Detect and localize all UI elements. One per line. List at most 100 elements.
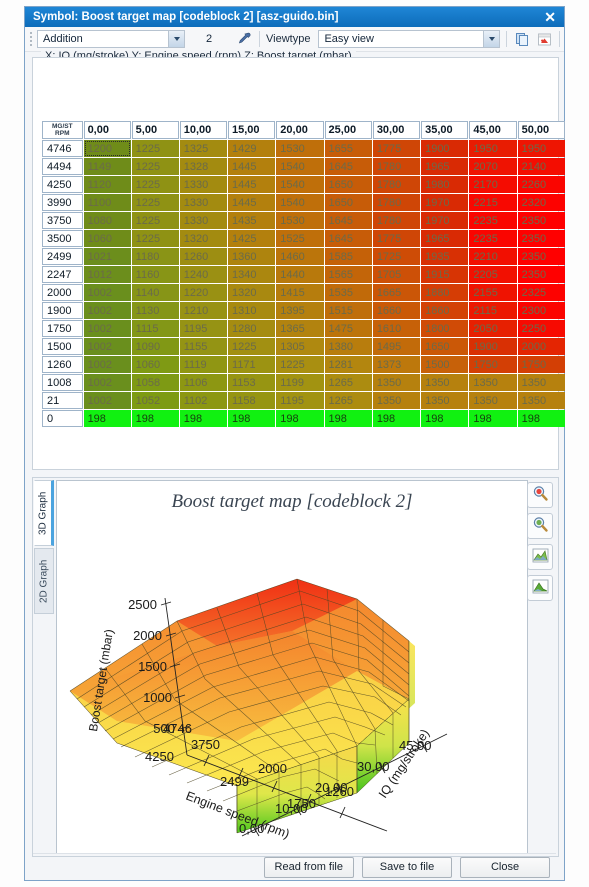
table-cell[interactable]: 1380 [324,338,372,355]
table-cell[interactable]: 1650 [324,194,372,211]
table-row-header[interactable]: 1260 [42,356,83,373]
table-row-header[interactable]: 21 [42,392,83,409]
table-cell[interactable]: 1780 [372,194,421,211]
table-cell[interactable]: 1610 [372,320,421,337]
table-cell[interactable]: 1325 [179,140,228,157]
table-cell[interactable]: 1153 [228,374,276,391]
table-col-header[interactable]: 10,00 [179,121,228,139]
table-cell[interactable]: 1880 [421,284,469,301]
table-cell[interactable]: 1115 [131,320,179,337]
table-cell[interactable]: 1645 [324,230,372,247]
table-cell[interactable]: 1200 [83,140,131,157]
operation-select[interactable]: Addition [37,30,185,48]
table-cell[interactable]: 1540 [276,176,324,193]
read-from-file-button[interactable]: Read from file [263,856,354,878]
map-table-scroll[interactable]: MG/ST RPM 0,00 5,00 10,00 15,00 20,00 25,00 30… [41,120,566,464]
table-cell[interactable]: 198 [469,410,517,427]
table-cell[interactable]: 1950 [517,140,565,157]
table-row-header[interactable]: 3750 [42,212,83,229]
table-cell[interactable]: 1225 [228,338,276,355]
table-cell[interactable]: 1350 [421,392,469,409]
table-cell[interactable]: 1195 [276,392,324,409]
table-cell[interactable]: 1199 [276,374,324,391]
table-cell[interactable]: 1265 [324,374,372,391]
table-cell[interactable]: 1525 [276,230,324,247]
table-cell[interactable]: 1980 [421,176,469,193]
table-cell[interactable]: 1350 [421,374,469,391]
table-cell[interactable]: 1950 [469,140,517,157]
zoom-in-button[interactable] [527,482,553,508]
table-cell[interactable]: 2050 [469,320,517,337]
table-row-header[interactable]: 2499 [42,248,83,265]
table-col-header[interactable]: 20,00 [276,121,324,139]
table-cell[interactable]: 198 [372,410,421,427]
table-cell[interactable]: 1365 [276,320,324,337]
table-cell[interactable]: 1775 [372,140,421,157]
table-cell[interactable]: 1540 [276,158,324,175]
table-cell[interactable]: 1350 [517,374,565,391]
table-cell[interactable]: 2350 [517,212,565,229]
table-cell[interactable]: 2260 [517,176,565,193]
table-cell[interactable]: 1052 [131,392,179,409]
close-icon[interactable]: ✕ [542,10,558,24]
table-cell[interactable]: 1645 [324,212,372,229]
table-cell[interactable]: 1495 [372,338,421,355]
table-cell[interactable]: 1915 [421,266,469,283]
table-cell[interactable]: 1800 [421,320,469,337]
table-cell[interactable]: 1440 [276,266,324,283]
table-cell[interactable]: 198 [83,410,131,427]
table-cell[interactable]: 1002 [83,374,131,391]
table-cell[interactable]: 2000 [517,338,565,355]
table-cell[interactable]: 1106 [179,374,228,391]
table-cell[interactable]: 1320 [228,284,276,301]
surface-view-button[interactable] [527,544,553,570]
table-cell[interactable]: 1660 [372,302,421,319]
save-to-file-button[interactable]: Save to file [362,856,452,878]
table-cell[interactable]: 1180 [131,248,179,265]
table-cell[interactable]: 1171 [228,356,276,373]
table-cell[interactable]: 1090 [131,338,179,355]
table-cell[interactable]: 1435 [228,212,276,229]
graph-tab-2d-graph[interactable]: 2D Graph [34,548,54,614]
table-cell[interactable]: 1530 [276,140,324,157]
table-cell[interactable]: 1900 [421,140,469,157]
table-cell[interactable]: 1530 [276,212,324,229]
table-col-header[interactable]: 30,00 [372,121,421,139]
zoom-out-button[interactable] [527,513,553,539]
table-row-header[interactable]: 4494 [42,158,83,175]
table-cell[interactable]: 198 [517,410,565,427]
table-cell[interactable]: 198 [228,410,276,427]
table-cell[interactable]: 1445 [228,158,276,175]
table-cell[interactable]: 1650 [324,176,372,193]
table-cell[interactable]: 1002 [83,356,131,373]
graph-tab-3d-graph[interactable]: 3D Graph [34,480,54,546]
table-cell[interactable]: 198 [276,410,324,427]
table-cell[interactable]: 1220 [179,284,228,301]
table-cell[interactable]: 1445 [228,194,276,211]
table-cell[interactable]: 1965 [421,230,469,247]
table-cell[interactable]: 1320 [179,230,228,247]
table-col-header[interactable]: 35,00 [421,121,469,139]
table-cell[interactable]: 2170 [469,176,517,193]
table-cell[interactable]: 1460 [276,248,324,265]
table-cell[interactable]: 1475 [324,320,372,337]
table-cell[interactable]: 1780 [372,212,421,229]
table-cell[interactable]: 1195 [179,320,228,337]
table-cell[interactable]: 1265 [324,392,372,409]
table-cell[interactable]: 1210 [179,302,228,319]
table-cell[interactable]: 1225 [131,212,179,229]
table-cell[interactable]: 1780 [372,176,421,193]
table-cell[interactable]: 198 [324,410,372,427]
table-cell[interactable]: 1330 [179,212,228,229]
table-cell[interactable]: 2325 [517,284,565,301]
table-cell[interactable]: 1060 [83,230,131,247]
eyedropper-icon[interactable] [233,29,255,49]
plot-area[interactable]: Boost target map [codeblock 2] 2500 2000… [56,480,528,854]
table-cell[interactable]: 1140 [131,284,179,301]
table-row-header[interactable]: 1900 [42,302,83,319]
table-cell[interactable]: 1935 [421,248,469,265]
table-cell[interactable]: 1225 [131,140,179,157]
table-cell[interactable]: 1665 [372,284,421,301]
table-cell[interactable]: 1429 [228,140,276,157]
table-row-header[interactable]: 3500 [42,230,83,247]
